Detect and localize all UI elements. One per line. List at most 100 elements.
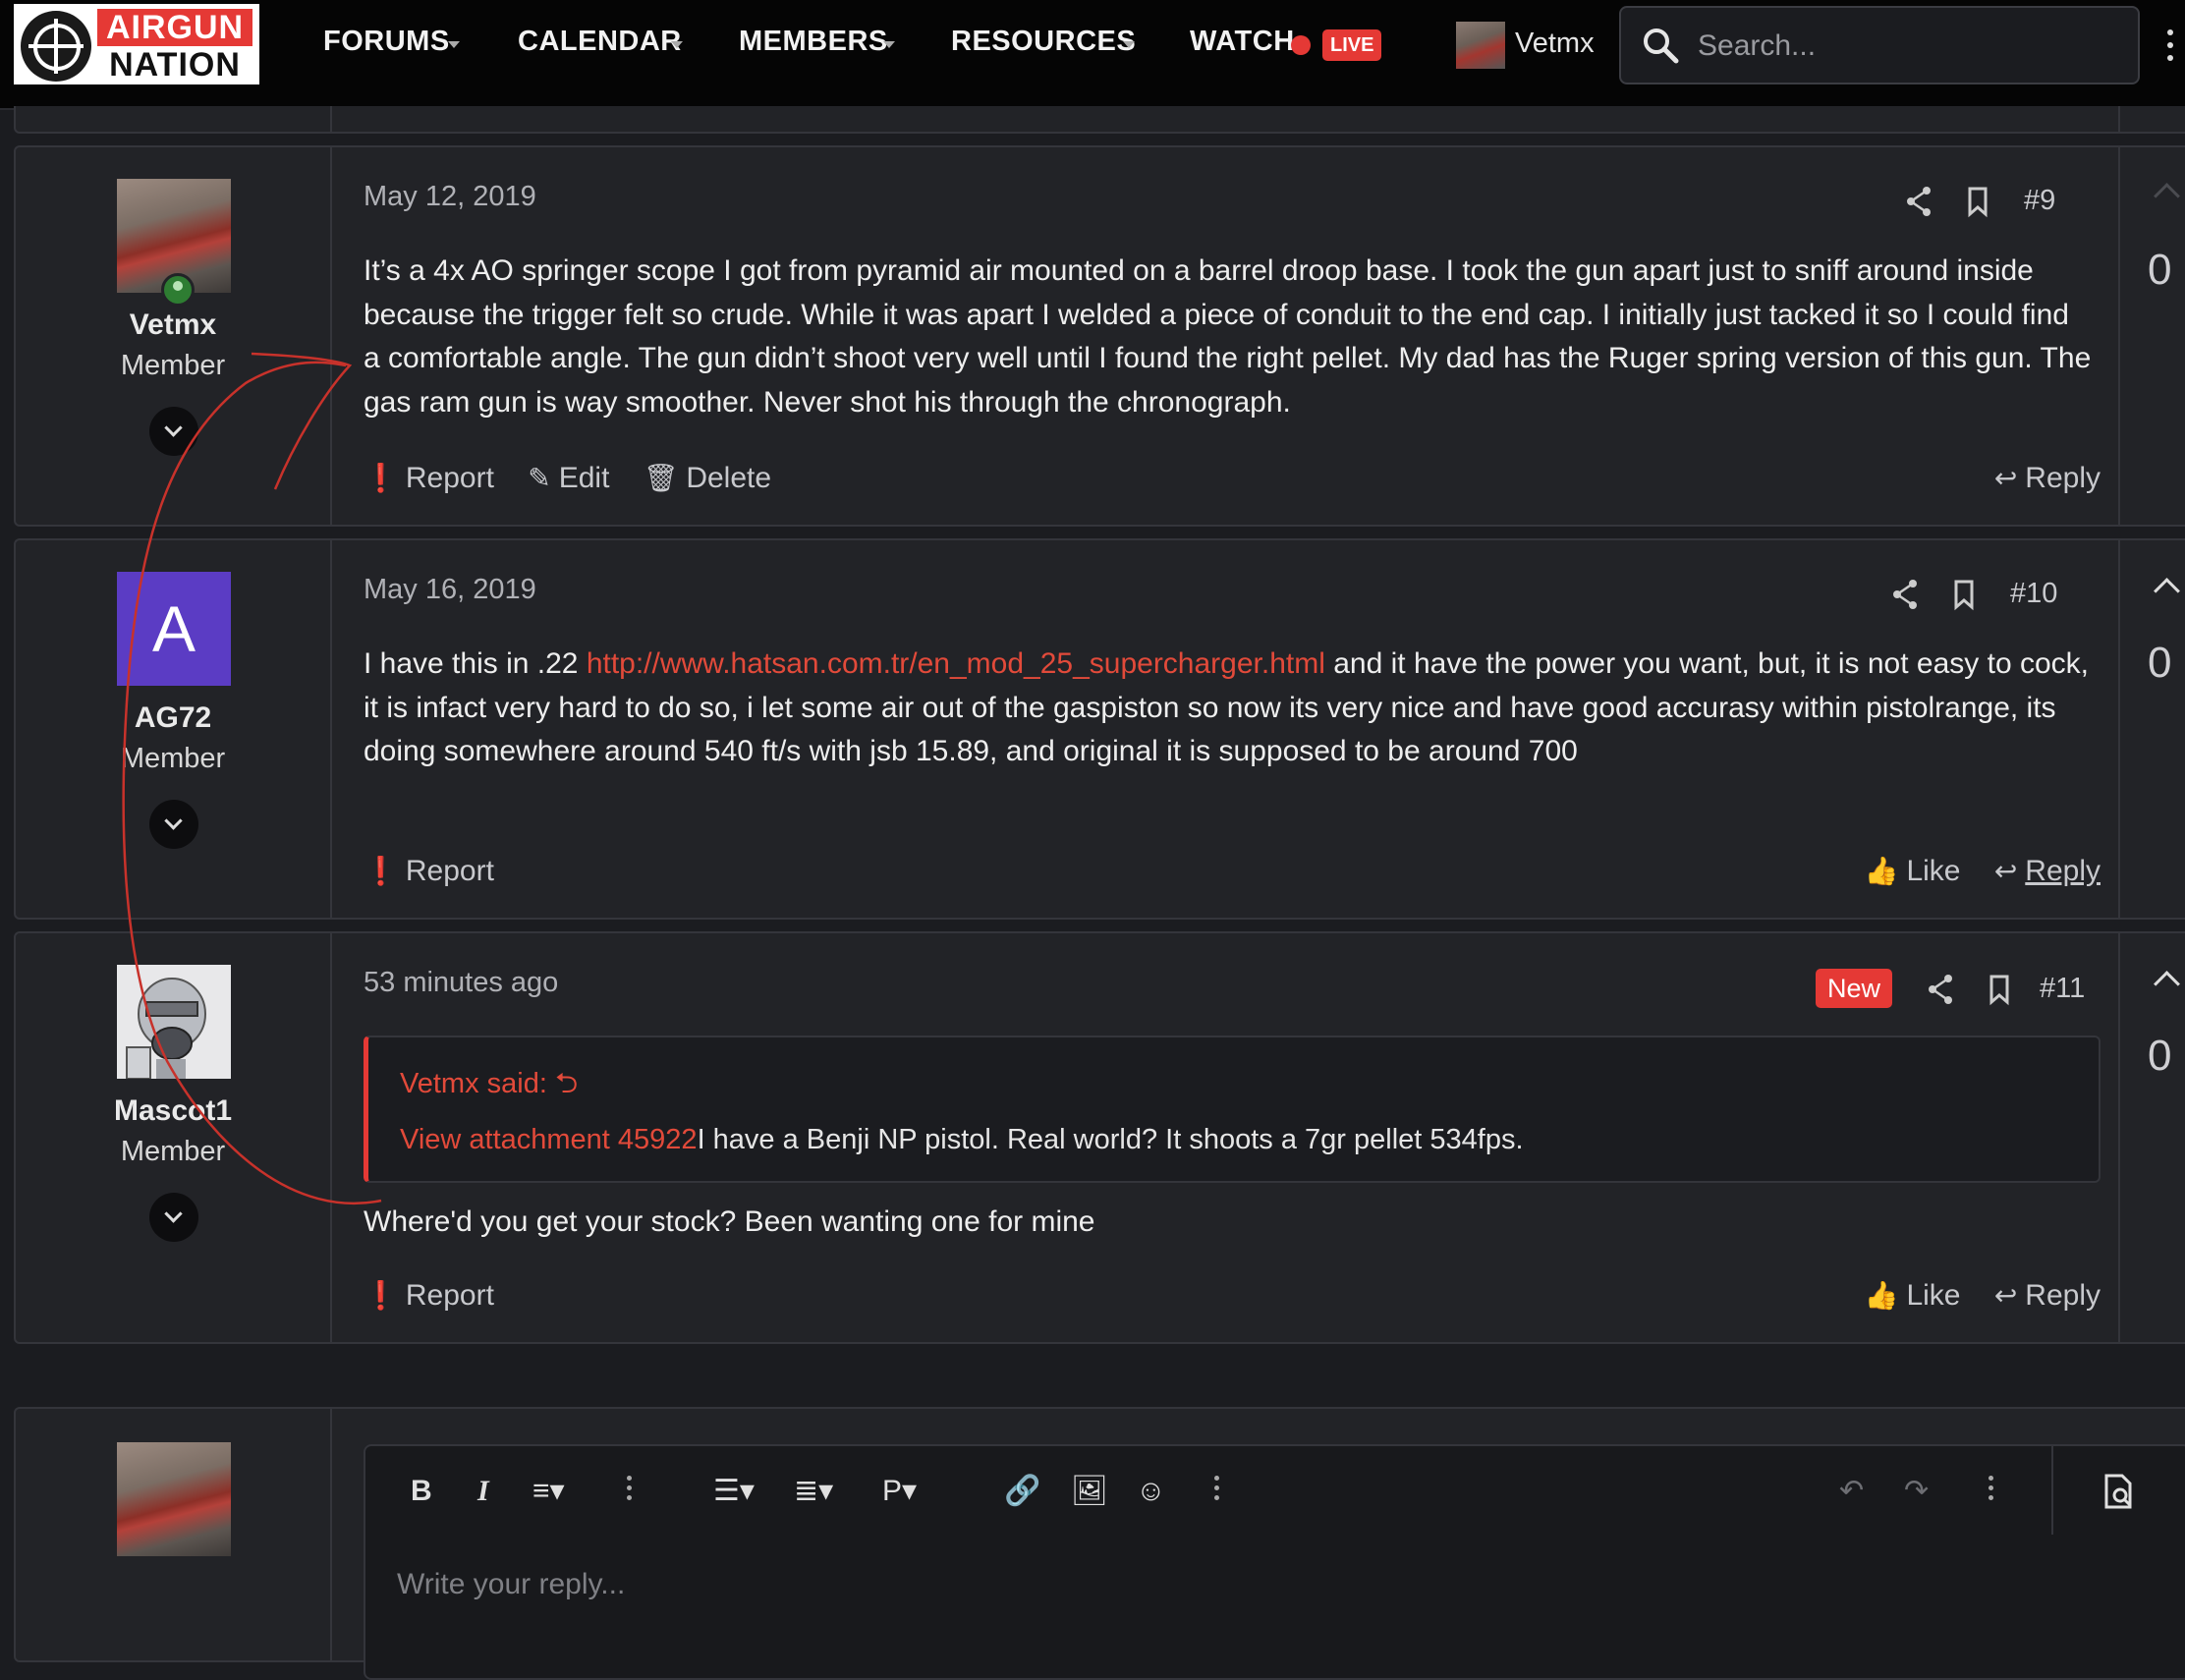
site-logo[interactable]: AIRGUN NATION (14, 4, 259, 84)
chevron-down-icon[interactable] (883, 41, 895, 48)
quote-content: View attachment 45922I have a Benji NP p… (400, 1124, 1524, 1156)
preview-icon[interactable] (2099, 1472, 2138, 1511)
post-author-column: Vetmx Member (16, 147, 332, 525)
post-card: Mascot1 Member 53 minutes ago New #11 Ve… (14, 931, 2185, 1344)
chevron-down-icon[interactable] (1123, 41, 1135, 48)
list-menu-icon[interactable]: ☰▾ (713, 1472, 755, 1511)
chevron-down-icon[interactable] (671, 41, 683, 48)
emoji-icon[interactable]: ☺ (1136, 1472, 1166, 1511)
author-name[interactable]: Mascot1 (16, 1094, 330, 1128)
post-body: I have this in .22 http://www.hatsan.com… (364, 643, 2093, 774)
search-icon (1644, 28, 1679, 64)
author-role: Member (120, 350, 226, 381)
author-role: Member (120, 743, 226, 774)
delete-button[interactable]: 🗑 Delete (644, 462, 771, 495)
post-footer-right: ↩ Reply (1969, 462, 2101, 495)
vote-count: 0 (2148, 246, 2172, 294)
bold-icon[interactable]: B (411, 1472, 432, 1511)
bookmark-icon[interactable] (1985, 973, 2014, 1006)
like-button[interactable]: 👍 Like (1865, 855, 1961, 888)
share-icon[interactable] (1926, 973, 1955, 1006)
paragraph-format-button[interactable]: P▾ (882, 1472, 917, 1511)
more-options-icon[interactable] (1214, 1476, 1220, 1505)
reply-button[interactable]: ↩ Reply (1994, 462, 2101, 495)
logo-text-top: AIRGUN (97, 9, 252, 46)
avatar[interactable] (117, 1442, 231, 1556)
avatar[interactable]: A (117, 572, 231, 686)
avatar[interactable] (117, 965, 231, 1079)
post-header-actions: New #11 (1816, 969, 2101, 1008)
alert-icon: ❗ (364, 856, 398, 886)
vote-count: 0 (2148, 1032, 2172, 1080)
search-box[interactable]: Search... (1619, 6, 2140, 84)
jump-to-quote-icon[interactable]: ⮌ (555, 1068, 578, 1099)
nav-members[interactable]: MEMBERS (739, 26, 888, 58)
avatar[interactable] (1456, 22, 1505, 69)
redo-icon[interactable]: ↷ (1904, 1472, 1929, 1511)
live-badge[interactable]: LIVE (1322, 29, 1382, 61)
post-footer-right: 👍 Like ↩ Reply (1839, 1279, 2101, 1313)
thumbs-up-icon: 👍 (1864, 1280, 1899, 1311)
trash-icon: 🗑 (643, 463, 679, 493)
post-date[interactable]: May 12, 2019 (364, 181, 536, 213)
upvote-icon[interactable] (2154, 578, 2180, 604)
expand-author-button[interactable] (149, 1193, 198, 1242)
reply-card: B I ≡▾ ☰▾ ≣▾ P▾ 🔗 🖼 ☺ ↶ ↷ Write your rep… (14, 1407, 2185, 1680)
expand-author-button[interactable] (149, 407, 198, 456)
post-body: Where'd you get your stock? Been wanting… (364, 1205, 1095, 1238)
post-number[interactable]: #11 (2040, 973, 2085, 1005)
reply-button[interactable]: ↩ Reply (1994, 1279, 2101, 1313)
post-author-column: Mascot1 Member (16, 933, 332, 1342)
external-link[interactable]: http://www.hatsan.com.tr/en_mod_25_super… (587, 647, 1325, 680)
align-menu-icon[interactable]: ≣▾ (794, 1472, 833, 1511)
toolbar-divider (2051, 1446, 2053, 1535)
nav-watch[interactable]: WATCH (1190, 26, 1295, 58)
chevron-down-icon[interactable] (448, 41, 460, 48)
post-date[interactable]: May 16, 2019 (364, 574, 536, 606)
like-button[interactable]: 👍 Like (1865, 1279, 1961, 1313)
author-role: Member (120, 1136, 226, 1167)
nav-forums[interactable]: FORUMS (323, 26, 450, 58)
search-placeholder: Search... (1698, 29, 1817, 62)
post-body-text: I have this in .22 (364, 647, 587, 680)
author-name[interactable]: Vetmx (16, 308, 330, 342)
report-button[interactable]: ❗ Report (364, 462, 494, 495)
post-header-actions: #10 (1890, 578, 2101, 617)
expand-author-button[interactable] (149, 800, 198, 849)
post-number[interactable]: #9 (2024, 185, 2055, 217)
attachment-link[interactable]: View attachment 45922 (400, 1124, 698, 1155)
quote-author[interactable]: Vetmx said: ⮌ (400, 1063, 578, 1111)
reply-editor[interactable]: B I ≡▾ ☰▾ ≣▾ P▾ 🔗 🖼 ☺ ↶ ↷ Write your rep… (364, 1444, 2185, 1680)
account-username[interactable]: Vetmx (1515, 28, 1595, 60)
edit-button[interactable]: ✎ Edit (528, 462, 609, 495)
upvote-icon[interactable] (2154, 971, 2180, 997)
live-indicator-icon (1291, 35, 1311, 55)
report-button[interactable]: ❗ Report (364, 1279, 494, 1313)
report-button[interactable]: ❗ Report (364, 855, 494, 888)
post-author-column: A AG72 Member (16, 540, 332, 918)
reply-button[interactable]: ↩ Reply (1994, 855, 2101, 888)
image-icon[interactable]: 🖼 (1071, 1472, 1108, 1511)
upvote-icon[interactable] (2154, 183, 2180, 209)
more-options-icon[interactable] (1989, 1476, 1994, 1505)
italic-icon[interactable]: I (477, 1472, 489, 1511)
post-date[interactable]: 53 minutes ago (364, 967, 558, 999)
online-status-icon (161, 273, 195, 307)
author-name[interactable]: AG72 (16, 701, 330, 735)
text-style-menu-icon[interactable]: ≡▾ (532, 1472, 565, 1511)
bookmark-icon[interactable] (1949, 578, 1979, 611)
more-options-icon[interactable] (627, 1476, 633, 1505)
vote-column: 0 (2118, 147, 2185, 525)
bookmark-icon[interactable] (1963, 185, 1992, 218)
undo-icon[interactable]: ↶ (1839, 1472, 1864, 1511)
nav-resources[interactable]: RESOURCES (951, 26, 1136, 58)
more-menu-icon[interactable] (2167, 29, 2175, 69)
crosshair-icon (21, 11, 91, 82)
link-icon[interactable]: 🔗 (1004, 1472, 1040, 1511)
share-icon[interactable] (1904, 185, 1933, 218)
share-icon[interactable] (1890, 578, 1920, 611)
post-number[interactable]: #10 (2010, 578, 2057, 610)
previous-post-remnant (14, 106, 2185, 134)
quote-block: Vetmx said: ⮌ View attachment 45922I hav… (364, 1036, 2101, 1183)
nav-calendar[interactable]: CALENDAR (518, 26, 682, 58)
